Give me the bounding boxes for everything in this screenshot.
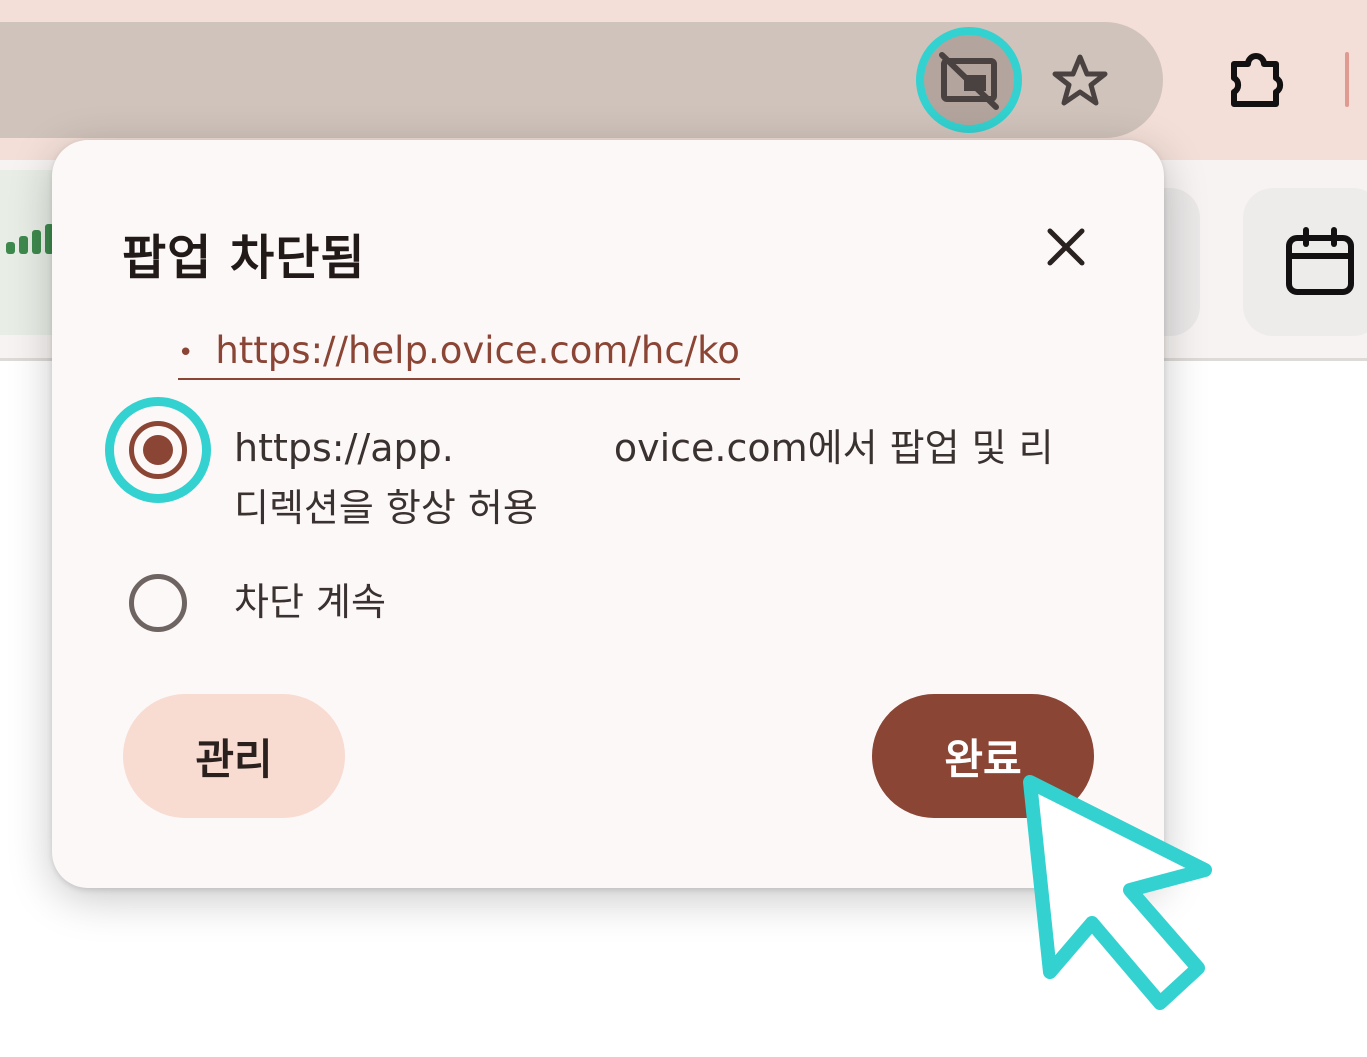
popup-blocked-dialog: 팝업 차단됨 • https://help.ovice.com/hc/ko htt…: [52, 140, 1164, 888]
calendar-icon[interactable]: [1284, 226, 1356, 298]
popup-blocked-icon[interactable]: [916, 27, 1022, 133]
allow-radio[interactable]: [129, 421, 187, 479]
allow-option-label-line2[interactable]: 디렉션을 항상 허용: [234, 478, 538, 538]
list-bullet: •: [178, 337, 194, 368]
popup-blocked-icon-graphic: [939, 52, 999, 110]
block-option-label[interactable]: 차단 계속: [234, 572, 386, 632]
mouse-pointer-icon: [1000, 760, 1260, 1030]
puzzle-icon[interactable]: [1226, 50, 1290, 110]
allow-option-label[interactable]: https://app. ovice.com에서 팝업 및 리: [234, 418, 1054, 478]
screen: 팝업 차단됨 • https://help.ovice.com/hc/ko htt…: [0, 0, 1367, 1057]
close-icon: [1047, 228, 1085, 266]
blocked-popup-link[interactable]: https://help.ovice.com/hc/ko: [215, 329, 740, 372]
star-icon[interactable]: [1050, 52, 1110, 110]
dialog-title: 팝업 차단됨: [122, 230, 366, 286]
close-button[interactable]: [1042, 223, 1090, 271]
manage-button[interactable]: 관리: [123, 694, 345, 818]
allow-option-suffix: ovice.com에서 팝업 및 리: [613, 426, 1054, 470]
allow-option-prefix: https://app.: [234, 426, 454, 470]
blocked-popup-list-item: • https://help.ovice.com/hc/ko: [178, 326, 740, 380]
block-radio[interactable]: [129, 574, 187, 632]
toolbar-separator: [1345, 52, 1349, 107]
